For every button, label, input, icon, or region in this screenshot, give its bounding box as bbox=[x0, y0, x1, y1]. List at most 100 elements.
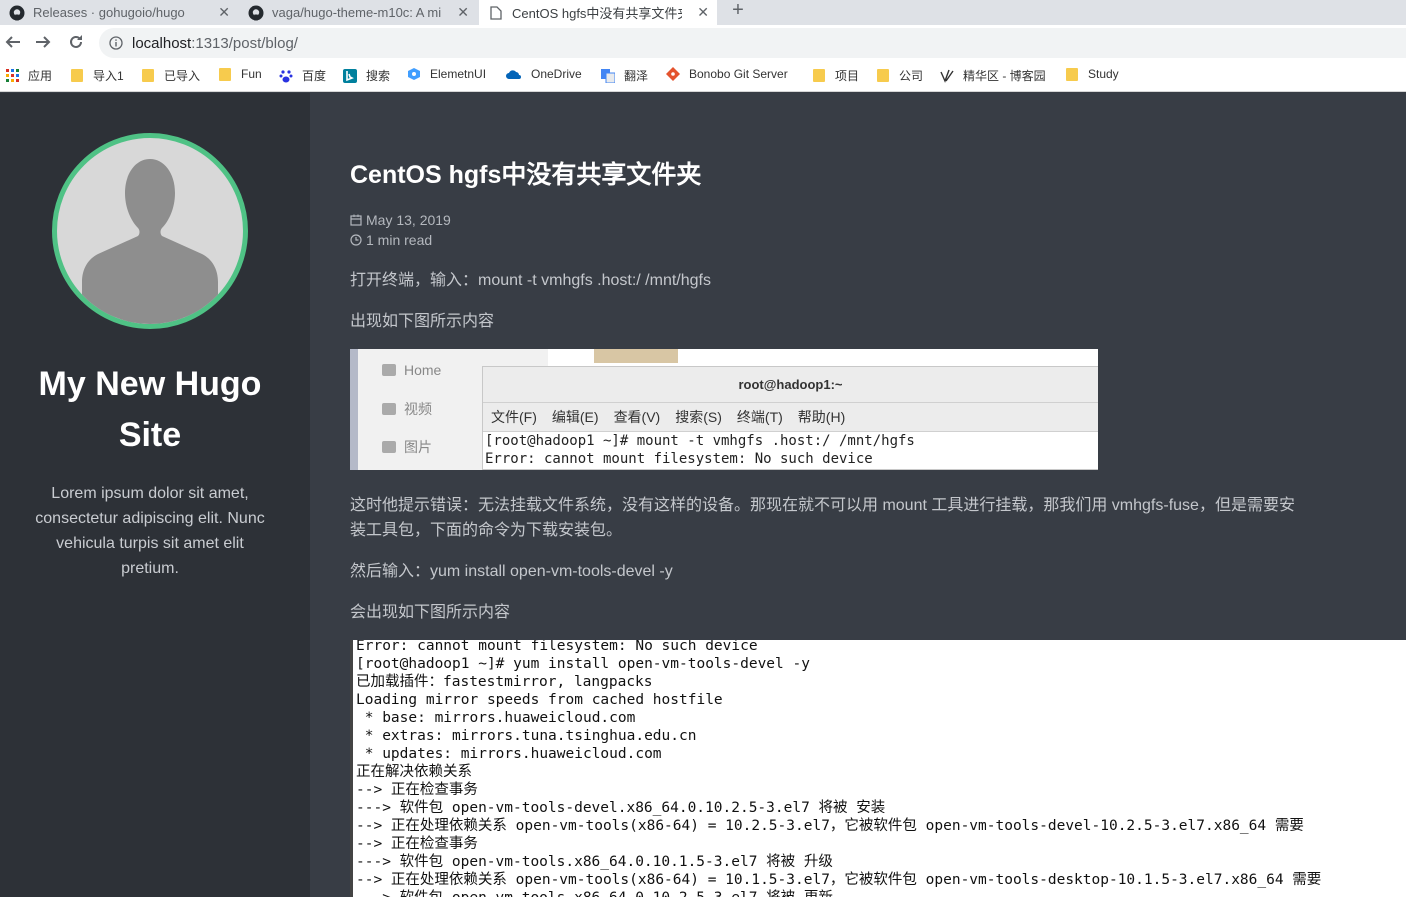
bookmark-folder[interactable]: Study bbox=[1065, 67, 1119, 81]
bookmark-element[interactable]: ElemetnUI bbox=[407, 67, 486, 81]
calendar-icon bbox=[350, 214, 362, 226]
forward-button[interactable] bbox=[32, 31, 54, 53]
terminal-menu-item: 文件(F) bbox=[491, 409, 537, 425]
terminal-line: ---> 软件包 open-vm-tools-devel.x86_64.0.10… bbox=[356, 800, 886, 816]
github-icon bbox=[9, 5, 25, 21]
close-icon[interactable]: ✕ bbox=[218, 4, 230, 21]
bookmark-cnblogs[interactable]: 精华区 - 博客园 bbox=[940, 67, 1046, 84]
git-icon bbox=[666, 67, 680, 81]
bookmarks-bar: 应用 导入1 已导入 Fun 百度 搜索 ElemetnUI OneDrive … bbox=[0, 60, 1406, 92]
folder-icon bbox=[876, 69, 890, 83]
folder-icon bbox=[812, 69, 826, 83]
bookmark-folder[interactable]: 项目 bbox=[812, 67, 859, 84]
post-title: CentOS hgfs中没有共享文件夹 bbox=[350, 161, 702, 189]
site-title-line-1: My New Hugo bbox=[38, 365, 262, 403]
info-icon[interactable] bbox=[108, 35, 124, 51]
terminal-menu-item: 终端(T) bbox=[736, 409, 783, 425]
file-manager-item: 视频 bbox=[382, 399, 432, 419]
translate-icon bbox=[601, 68, 615, 83]
bookmark-folder[interactable]: 导入1 bbox=[70, 67, 124, 84]
bookmark-label: 搜索 bbox=[366, 69, 391, 83]
folder-icon bbox=[141, 69, 155, 83]
terminal-menu-item: 帮助(H) bbox=[797, 409, 846, 425]
terminal-line: * base: mirrors.huaweicloud.com bbox=[356, 710, 636, 726]
tab-releases[interactable]: Releases · gohugoio/hugo ✕ bbox=[0, 0, 238, 25]
tab-strip: Releases · gohugoio/hugo ✕ vaga/hugo-the… bbox=[0, 0, 1406, 25]
post-date: May 13, 2019 bbox=[350, 212, 451, 228]
post-paragraph-5: 会出现如下图所示内容 bbox=[350, 604, 511, 621]
reload-button[interactable] bbox=[65, 31, 87, 53]
bookmark-bonobo[interactable]: Bonobo Git Server bbox=[666, 67, 788, 81]
tab-title: vaga/hugo-theme-m10c: A mi bbox=[272, 5, 442, 20]
post-paragraph-1: 打开终端，输入：mount -t vmhgfs .host:/ /mnt/hgf… bbox=[350, 272, 711, 289]
arrow-left-icon bbox=[5, 36, 20, 48]
terminal-line: ---> 软件包 open-vm-tools.x86_64.0.10.1.5-3… bbox=[356, 854, 833, 870]
tab-title: Releases · gohugoio/hugo bbox=[33, 5, 185, 20]
person-silhouette-icon bbox=[82, 159, 218, 324]
terminal-line: * updates: mirrors.huaweicloud.com bbox=[356, 746, 662, 762]
bookmark-folder[interactable]: 已导入 bbox=[141, 67, 200, 84]
url-host: localhost bbox=[132, 34, 192, 52]
bookmark-label: 公司 bbox=[899, 69, 924, 83]
terminal-line: 正在解决依赖关系 bbox=[356, 764, 472, 780]
terminal-line: 已加载插件：fastestmirror, langpacks bbox=[356, 674, 653, 690]
arrow-right-icon bbox=[36, 36, 51, 48]
terminal-screenshot-2: Error: cannot mount filesystem: No such … bbox=[350, 640, 1406, 897]
sidebar: My New Hugo Site Lorem ipsum dolor sit a… bbox=[0, 93, 310, 897]
site-description: Lorem ipsum dolor sit amet, consectetur … bbox=[35, 485, 265, 577]
reload-icon bbox=[70, 35, 82, 48]
baidu-icon bbox=[279, 69, 293, 83]
bookmark-baidu[interactable]: 百度 bbox=[279, 67, 326, 84]
folder-icon bbox=[1065, 67, 1079, 81]
new-tab-button[interactable]: + bbox=[728, 0, 748, 22]
post-paragraph-2: 出现如下图所示内容 bbox=[350, 313, 495, 330]
document-icon bbox=[488, 5, 504, 21]
bookmark-onedrive[interactable]: OneDrive bbox=[506, 67, 582, 81]
terminal-window: root@hadoop1:~ 文件(F) 编辑(E) 查看(V) 搜索(S) 终… bbox=[482, 366, 1098, 470]
terminal-menu-item: 查看(V) bbox=[613, 409, 661, 425]
post-paragraph-3: 这时他提示错误：无法挂载文件系统，没有这样的设备。那现在就不可以用 mount … bbox=[350, 497, 1295, 539]
file-manager-item: 图片 bbox=[382, 437, 432, 457]
bookmark-translate[interactable]: 翻泽 bbox=[601, 67, 648, 84]
post-read-time: 1 min read bbox=[350, 232, 432, 248]
bookmark-folder[interactable]: 公司 bbox=[876, 67, 923, 84]
back-button[interactable] bbox=[2, 31, 24, 53]
tab-current[interactable]: CentOS hgfs中没有共享文件夹 ✕ bbox=[479, 0, 717, 25]
bookmark-bing[interactable]: 搜索 bbox=[343, 67, 390, 84]
terminal-title: root@hadoop1:~ bbox=[483, 367, 1098, 403]
terminal-line: --> 正在检查事务 bbox=[356, 836, 478, 852]
bookmark-label: 翻泽 bbox=[624, 69, 649, 83]
post-paragraph-4: 然后输入：yum install open-vm-tools-devel -y bbox=[350, 563, 673, 580]
apps-icon bbox=[5, 69, 19, 83]
avatar[interactable] bbox=[52, 133, 248, 329]
tab-title: CentOS hgfs中没有共享文件夹 bbox=[512, 6, 682, 21]
terminal-line: Error: cannot mount filesystem: No such … bbox=[356, 640, 758, 654]
bookmark-label: 应用 bbox=[28, 69, 53, 83]
bookmark-label: Fun bbox=[241, 67, 262, 81]
bookmark-folder[interactable]: Fun bbox=[218, 67, 262, 81]
terminal-line: [root@hadoop1 ~]# yum install open-vm-to… bbox=[356, 656, 810, 672]
terminal-line: --> 正在处理依赖关系 open-vm-tools(x86-64) = 10.… bbox=[356, 872, 1322, 888]
bing-icon bbox=[343, 68, 357, 83]
tab-theme[interactable]: vaga/hugo-theme-m10c: A mi ✕ bbox=[239, 0, 477, 25]
terminal-line: [root@hadoop1 ~]# mount -t vmhgfs .host:… bbox=[485, 433, 915, 449]
main-content: CentOS hgfs中没有共享文件夹 May 13, 2019 1 min r… bbox=[310, 93, 1406, 897]
post-read-time-text: 1 min read bbox=[366, 232, 433, 248]
home-icon bbox=[382, 364, 396, 376]
bookmark-apps[interactable]: 应用 bbox=[5, 67, 52, 84]
bookmark-label: ElemetnUI bbox=[430, 67, 487, 81]
bookmark-label: Study bbox=[1088, 67, 1119, 81]
camera-icon bbox=[382, 441, 396, 453]
address-bar[interactable]: localhost:1313/post/blog/ bbox=[99, 28, 1406, 58]
onedrive-icon bbox=[506, 67, 522, 81]
terminal-line: * extras: mirrors.tuna.tsinghua.edu.cn bbox=[356, 728, 697, 744]
terminal-screenshot-1: Home 视频 图片 root@hadoop1:~ 文件(F) 编辑(E) 查看… bbox=[350, 349, 1098, 470]
folder-graphic bbox=[594, 349, 678, 363]
terminal-menu-item: 编辑(E) bbox=[551, 409, 599, 425]
close-icon[interactable]: ✕ bbox=[457, 4, 469, 21]
bookmark-label: 已导入 bbox=[164, 69, 201, 83]
close-icon[interactable]: ✕ bbox=[697, 4, 709, 21]
site-title[interactable]: My New Hugo Site bbox=[0, 359, 300, 461]
bookmark-label: OneDrive bbox=[531, 67, 582, 81]
folder-icon bbox=[218, 67, 232, 81]
